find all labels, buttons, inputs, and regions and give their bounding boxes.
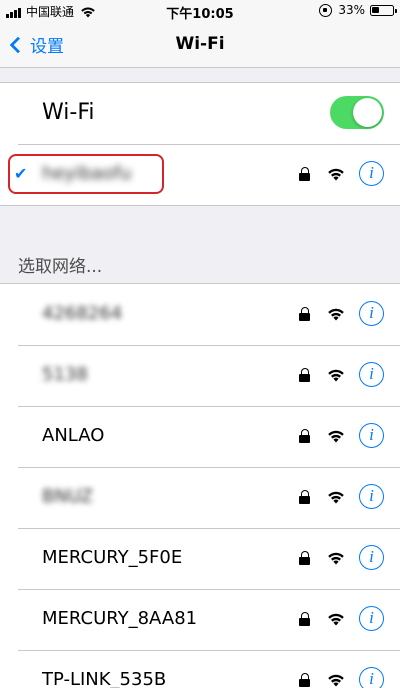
network-row-2[interactable]: 5138 i: [0, 345, 400, 406]
connected-network-row[interactable]: ✔ heyibaofu i: [0, 144, 400, 205]
lock-icon: [299, 306, 311, 321]
wifi-signal-icon: [328, 308, 344, 320]
wifi-signal-icon: [328, 369, 344, 381]
info-icon[interactable]: i: [359, 484, 384, 509]
lock-icon: [299, 611, 311, 626]
lock-icon: [299, 672, 311, 687]
lock-icon: [299, 550, 311, 565]
wifi-signal-icon: [328, 674, 344, 686]
network-row-3[interactable]: ANLAO i: [0, 406, 400, 467]
network-row-7[interactable]: TP-LINK_535B i: [0, 650, 400, 688]
navigation-bar: 设置 Wi-Fi: [0, 22, 400, 68]
network-icons: i: [299, 161, 384, 186]
page-title: Wi-Fi: [175, 34, 225, 54]
toggle-knob: [353, 98, 382, 127]
info-icon[interactable]: i: [359, 606, 384, 631]
network-name: 5138: [42, 364, 88, 385]
info-icon[interactable]: i: [359, 301, 384, 326]
network-icons: i: [299, 362, 384, 387]
info-icon[interactable]: i: [359, 423, 384, 448]
network-icons: i: [299, 545, 384, 570]
network-name: TP-LINK_535B: [42, 669, 167, 688]
lock-icon: [299, 489, 311, 504]
info-icon[interactable]: i: [359, 667, 384, 688]
wifi-toggle-label: Wi-Fi: [42, 100, 95, 125]
info-icon[interactable]: i: [359, 161, 384, 186]
wifi-signal-icon: [328, 168, 344, 180]
status-bar: 中国联通 下午10:05 33%: [0, 0, 400, 22]
choose-network-header: 选取网络...: [18, 257, 103, 277]
lock-icon: [299, 166, 311, 181]
info-icon[interactable]: i: [359, 545, 384, 570]
info-icon[interactable]: i: [359, 362, 384, 387]
network-name: MERCURY_8AA81: [42, 608, 198, 629]
network-row-4[interactable]: BNUZ i: [0, 467, 400, 528]
wifi-toggle-switch[interactable]: [330, 96, 384, 129]
network-icons: i: [299, 667, 384, 688]
network-icons: i: [299, 301, 384, 326]
wifi-signal-icon: [328, 491, 344, 503]
network-name: BNUZ: [42, 486, 94, 507]
battery-icon: [370, 4, 397, 16]
network-row-5[interactable]: MERCURY_5F0E i: [0, 528, 400, 589]
network-name: ANLAO: [42, 425, 105, 446]
wifi-toggle-row: Wi-Fi: [0, 83, 400, 144]
wifi-status-group: Wi-Fi ✔ heyibaofu i: [0, 82, 400, 206]
network-row-1[interactable]: 4268264 i: [0, 284, 400, 345]
wifi-signal-icon: [328, 613, 344, 625]
network-name: MERCURY_5F0E: [42, 547, 183, 568]
network-list: 4268264 i 5138 i ANLAO i BNUZ i MERCURY_…: [0, 283, 400, 688]
battery-percent: 33%: [338, 3, 365, 17]
wifi-signal-icon: [328, 430, 344, 442]
lock-icon: [299, 367, 311, 382]
highlight-box: [8, 154, 164, 194]
lock-icon: [299, 428, 311, 443]
network-icons: i: [299, 606, 384, 631]
network-row-6[interactable]: MERCURY_8AA81 i: [0, 589, 400, 650]
wifi-signal-icon: [328, 552, 344, 564]
network-icons: i: [299, 484, 384, 509]
status-right: 33%: [319, 3, 397, 17]
network-name: 4268264: [42, 303, 123, 324]
rotation-lock-icon: [319, 3, 333, 17]
network-icons: i: [299, 423, 384, 448]
